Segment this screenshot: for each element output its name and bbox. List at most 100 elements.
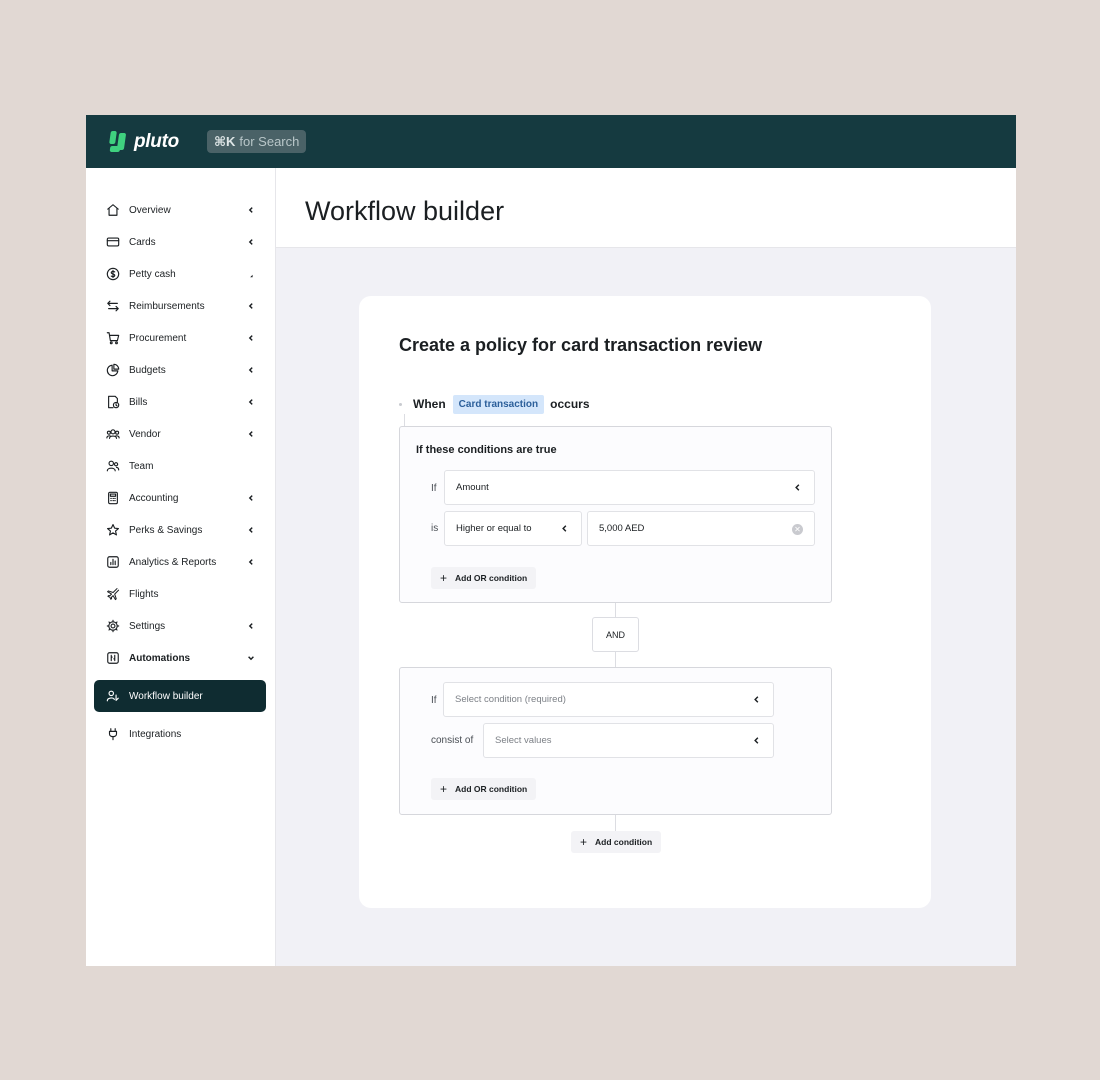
home-icon — [106, 203, 120, 217]
sidebar-item-automations[interactable]: Automations — [94, 642, 266, 674]
star-icon — [106, 523, 120, 537]
card-icon — [106, 235, 120, 249]
sidebar-item-label: Petty cash — [129, 268, 176, 280]
sidebar-item-chevron — [246, 364, 256, 376]
sidebar-item-chevron — [246, 428, 256, 440]
gear-icon — [106, 619, 120, 633]
chevron-left-icon — [248, 559, 253, 565]
sidebar-item-label: Team — [129, 460, 154, 472]
sidebar-item-label: Reimbursements — [129, 300, 205, 312]
sidebar-item-vendor[interactable]: Vendor — [94, 418, 266, 450]
sidebar-item-chevron — [246, 652, 256, 664]
sidebar-item-label: Workflow builder — [129, 690, 203, 702]
condition-field-value: Amount — [456, 482, 489, 493]
sidebar-item-label: Procurement — [129, 332, 187, 344]
sidebar-item-label: Budgets — [129, 364, 166, 376]
sidebar-item-workflow-builder[interactable]: Workflow builder — [94, 680, 266, 712]
is-label: is — [431, 523, 439, 534]
if-label: If — [431, 695, 437, 706]
add-or-condition-label: Add OR condition — [455, 573, 528, 583]
occurs-label: occurs — [550, 397, 590, 411]
add-or-condition-label: Add OR condition — [455, 784, 528, 794]
sidebar-item-label: Overview — [129, 204, 171, 216]
sidebar-item-team[interactable]: Team — [94, 450, 266, 482]
analytics-icon — [106, 555, 120, 569]
connector-line — [615, 815, 616, 831]
search-shortcut-key: ⌘K — [213, 133, 236, 149]
sidebar-item-cards[interactable]: Cards — [94, 226, 266, 258]
pluto-logo-mark-icon — [109, 130, 128, 153]
chevron-left-icon — [248, 527, 253, 533]
chevron-left-icon — [248, 431, 253, 437]
sidebar-item-accounting[interactable]: Accounting — [94, 482, 266, 514]
sidebar-item-procurement[interactable]: Procurement — [94, 322, 266, 354]
sidebar-item-chevron — [246, 620, 256, 632]
chevron-left-icon — [248, 303, 253, 309]
sidebar-item-overview[interactable]: Overview — [94, 194, 266, 226]
sidebar: Overview Cards Petty cash Reimbursements Pro… — [86, 168, 276, 966]
condition-select[interactable]: Select condition (required) — [443, 682, 774, 717]
and-operator[interactable]: AND — [592, 617, 639, 652]
condition-placeholder: Select condition (required) — [455, 694, 566, 705]
team-icon — [106, 459, 120, 473]
sidebar-item-label: Integrations — [129, 728, 182, 740]
chevron-down-icon — [248, 656, 254, 661]
sidebar-item-analytics-reports[interactable]: Analytics & Reports — [94, 546, 266, 578]
clear-icon[interactable]: ✕ — [792, 524, 803, 535]
policy-title: Create a policy for card transaction rev… — [399, 335, 763, 355]
sidebar-item-chevron — [246, 332, 256, 344]
add-condition-button[interactable]: + Add condition — [571, 831, 662, 853]
sidebar-item-label: Bills — [129, 396, 148, 408]
sidebar-item-petty-cash[interactable]: Petty cash — [94, 258, 266, 290]
plus-icon: + — [440, 782, 448, 796]
sidebar-item-integrations[interactable]: Integrations — [94, 718, 266, 750]
sidebar-item-label: Vendor — [129, 428, 161, 440]
add-or-condition-button[interactable]: + Add OR condition — [431, 778, 537, 800]
search-shortcut[interactable]: ⌘K for Search — [206, 130, 307, 153]
sidebar-item-label: Perks & Savings — [129, 524, 203, 536]
sidebar-item-bills[interactable]: Bills — [94, 386, 266, 418]
app-window: pluto ⌘K for Search Overview Cards Petty c… — [86, 115, 1016, 966]
if-label: If — [431, 483, 437, 494]
sidebar-item-chevron — [246, 268, 256, 280]
timeline-dot — [399, 402, 402, 406]
trigger-chip[interactable]: Card transaction — [452, 394, 545, 414]
pie-chart-icon — [106, 363, 120, 377]
plus-icon: + — [580, 835, 588, 849]
plane-icon — [106, 587, 120, 601]
chevron-left-icon — [248, 367, 253, 373]
sidebar-item-flights[interactable]: Flights — [94, 578, 266, 610]
brand-name: pluto — [134, 130, 179, 152]
values-placeholder: Select values — [495, 735, 552, 746]
condition-group-1: If these conditions are true If Amount i… — [399, 426, 832, 603]
main-area: Workflow builder Create a policy for car… — [276, 168, 1016, 966]
connector-line — [615, 652, 616, 667]
amount-input[interactable]: 5,000 AED ✕ — [587, 511, 815, 546]
sidebar-item-label: Accounting — [129, 492, 179, 504]
sidebar-item-settings[interactable]: Settings — [94, 610, 266, 642]
sidebar-item-reimbursements[interactable]: Reimbursements — [94, 290, 266, 322]
chevron-left-icon — [795, 484, 800, 491]
policy-card: Create a policy for card transaction rev… — [359, 296, 931, 908]
top-bar: pluto ⌘K for Search — [86, 115, 1016, 168]
add-or-condition-button[interactable]: + Add OR condition — [431, 567, 537, 589]
chevron-left-icon — [754, 696, 759, 703]
plug-icon — [106, 727, 120, 741]
plus-icon: + — [440, 571, 448, 585]
sidebar-item-label: Cards — [129, 236, 156, 248]
sidebar-item-perks-savings[interactable]: Perks & Savings — [94, 514, 266, 546]
values-select[interactable]: Select values — [483, 723, 774, 758]
sidebar-item-chevron — [246, 204, 256, 216]
sidebar-item-chevron — [246, 300, 256, 312]
chevron-left-icon — [248, 495, 253, 501]
condition-field-select[interactable]: Amount — [444, 470, 815, 505]
operator-select[interactable]: Higher or equal to — [444, 511, 582, 546]
trigger-row: When Card transaction occurs — [399, 394, 590, 414]
add-condition-label: Add condition — [595, 837, 653, 847]
sidebar-item-chevron — [246, 396, 256, 408]
pluto-logo[interactable]: pluto — [109, 130, 179, 153]
workflow-users-icon — [106, 689, 120, 703]
corner-caret-icon — [250, 274, 253, 278]
sidebar-item-budgets[interactable]: Budgets — [94, 354, 266, 386]
sidebar-item-chevron — [246, 492, 256, 504]
